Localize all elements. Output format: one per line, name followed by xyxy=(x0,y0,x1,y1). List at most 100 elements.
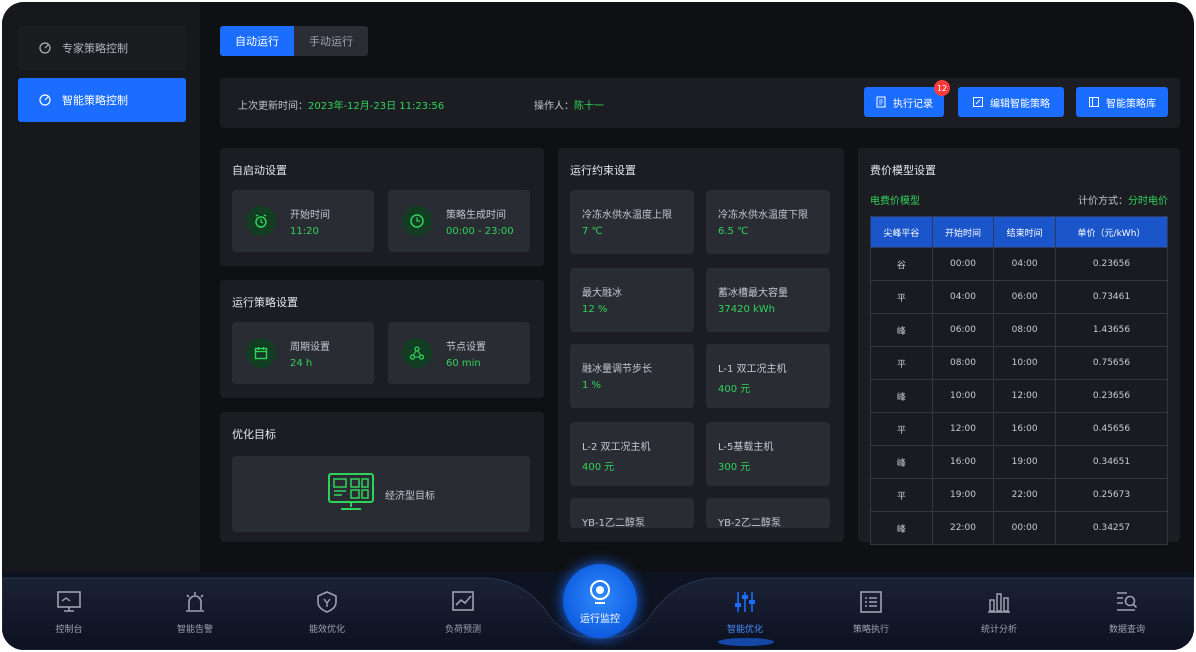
exec-log-label: 执行记录 xyxy=(893,98,933,110)
table-cell: 峰 xyxy=(870,445,933,479)
auto-start-panel: 自启动设置 开始时间 11:20 策略生成时间 00:00 - 23:00 xyxy=(220,148,544,266)
strategy-library-button[interactable]: 智能策略库 xyxy=(1076,87,1168,117)
constraint-label: L-1 双工况主机 xyxy=(718,364,787,375)
economic-target-label: 经济型目标 xyxy=(385,490,435,502)
constraint-value: 37420 kWh xyxy=(718,304,776,315)
list-icon xyxy=(856,588,886,616)
constraint-value: 12 % xyxy=(582,304,608,315)
economic-target-box[interactable]: 经济型目标 xyxy=(232,456,530,532)
card-value: 00:00 - 23:00 xyxy=(446,226,514,237)
table-cell: 16:00 xyxy=(931,445,995,479)
table-cell: 08:00 xyxy=(993,313,1056,347)
constraint-label: 融冰量调节步长 xyxy=(582,364,652,375)
nav-item-label: 负荷预测 xyxy=(444,625,481,635)
dial-icon xyxy=(38,93,52,107)
nav-item-bars[interactable]: 统计分析 xyxy=(964,588,1034,635)
table-row: 峰 10:00 12:00 0.23656 xyxy=(870,379,1169,413)
constraint-label: L-5基载主机 xyxy=(718,442,774,453)
document-icon xyxy=(875,96,887,108)
constraint-value: 400 元 xyxy=(582,462,615,473)
sidebar-item-label: 智能策略控制 xyxy=(62,94,128,107)
column-header: 结束时间 xyxy=(993,216,1056,248)
constraint-card[interactable]: L-1 双工况主机 400 元 xyxy=(706,344,830,408)
table-cell: 16:00 xyxy=(993,412,1056,446)
exec-log-button[interactable]: 执行记录 12 xyxy=(864,80,950,117)
table-cell: 19:00 xyxy=(931,478,995,512)
table-cell: 00:00 xyxy=(993,511,1056,545)
table-cell: 12:00 xyxy=(931,412,995,446)
nav-item-shield[interactable]: 能效优化 xyxy=(292,588,362,635)
constraint-card[interactable]: 蓄冰槽最大容量 37420 kWh xyxy=(706,268,830,332)
optimize-panel: 优化目标 经济型目标 xyxy=(220,412,544,542)
table-cell: 0.45656 xyxy=(1054,412,1169,446)
pricing-method-label: 计价方式： xyxy=(1078,196,1128,207)
chart-icon xyxy=(448,588,478,616)
constraint-card[interactable]: 冷冻水供水温度下限 6.5 ℃ xyxy=(706,190,830,254)
nav-item-run-monitor[interactable]: 运行监控 xyxy=(563,564,637,638)
constraint-card[interactable]: L-5基载主机 300 元 xyxy=(706,422,830,486)
constraint-label: 冷冻水供水温度上限 xyxy=(582,210,672,221)
run-strategy-panel: 运行策略设置 周期设置 24 h 节点设置 60 min xyxy=(220,280,544,398)
table-cell: 22:00 xyxy=(931,511,995,545)
start-time-card[interactable]: 开始时间 11:20 xyxy=(232,190,374,252)
operator-value: 陈十一 xyxy=(574,101,604,112)
bottom-nav: 控制台 智能告警 能效优化 负荷预测 运行监控 智能优化 策略执行 统计分析 数据查询 xyxy=(2,564,1194,650)
nav-item-label: 数据查询 xyxy=(1108,625,1145,635)
dashboard-icon xyxy=(327,472,375,516)
column-header: 单价（元/kWh） xyxy=(1054,216,1169,248)
exec-log-badge: 12 xyxy=(934,80,950,96)
strategy-time-card[interactable]: 策略生成时间 00:00 - 23:00 xyxy=(388,190,530,252)
constraint-value: 7 ℃ xyxy=(582,226,603,237)
panel-title: 运行策略设置 xyxy=(232,296,298,309)
price-model-panel: 费价模型设置 电费价模型 计价方式：分时电价 尖峰平谷 开始时间 结束时间 单价… xyxy=(858,148,1180,545)
nav-item-search[interactable]: 数据查询 xyxy=(1092,588,1162,635)
constraint-card[interactable]: 融冰量调节步长 1 % xyxy=(570,344,694,408)
cycle-card[interactable]: 周期设置 24 h xyxy=(232,322,374,384)
card-value: 24 h xyxy=(290,358,313,369)
constraint-card[interactable]: 冷冻水供水温度上限 7 ℃ xyxy=(570,190,694,254)
constraint-card[interactable]: 最大融冰 12 % xyxy=(570,268,694,332)
nav-item-list[interactable]: 策略执行 xyxy=(836,588,906,635)
nav-item-label: 统计分析 xyxy=(980,625,1017,635)
camera-icon xyxy=(585,577,615,610)
app-frame: 专家策略控制 智能策略控制 自动运行 手动运行 上次更新时间：2023年-12月… xyxy=(2,2,1194,650)
table-row: 峰 06:00 08:00 1.43656 xyxy=(870,313,1169,347)
network-icon xyxy=(402,338,432,368)
node-card[interactable]: 节点设置 60 min xyxy=(388,322,530,384)
sidebar-item-expert-strategy[interactable]: 专家策略控制 xyxy=(18,26,186,70)
main-content: 自动运行 手动运行 上次更新时间：2023年-12月-23日 11:23:56 … xyxy=(200,2,1194,572)
operator: 操作人：陈十一 xyxy=(534,97,604,112)
table-row: 平 19:00 22:00 0.25673 xyxy=(870,478,1169,512)
edit-strategy-label: 编辑智能策略 xyxy=(990,98,1050,110)
nav-item-chart[interactable]: 负荷预测 xyxy=(428,588,498,635)
table-row: 平 12:00 16:00 0.45656 xyxy=(870,412,1169,446)
tab-auto-run[interactable]: 自动运行 xyxy=(220,26,294,56)
tab-manual-run[interactable]: 手动运行 xyxy=(294,26,368,56)
table-cell: 06:00 xyxy=(993,280,1056,314)
nav-item-monitor[interactable]: 控制台 xyxy=(34,588,104,635)
constraint-card[interactable]: YB-2乙二醇泵 xyxy=(706,498,830,529)
constraint-label: 蓄冰槽最大容量 xyxy=(718,288,788,299)
constraint-label: L-2 双工况主机 xyxy=(582,442,651,453)
nav-item-alarm[interactable]: 智能告警 xyxy=(160,588,230,635)
constraint-card[interactable]: YB-1乙二醇泵 xyxy=(570,498,694,529)
shield-icon xyxy=(312,588,342,616)
edit-strategy-button[interactable]: 编辑智能策略 xyxy=(958,87,1064,117)
card-value: 11:20 xyxy=(290,226,319,237)
card-label: 周期设置 xyxy=(290,342,330,353)
nav-item-sliders[interactable]: 智能优化 xyxy=(710,588,780,635)
clock-icon xyxy=(402,206,432,236)
table-row: 平 04:00 06:00 0.73461 xyxy=(870,280,1169,314)
strategy-library-label: 智能策略库 xyxy=(1106,98,1156,110)
last-update-label: 上次更新时间： xyxy=(238,101,308,112)
card-label: 节点设置 xyxy=(446,342,486,353)
panel-title: 运行约束设置 xyxy=(570,164,636,177)
table-cell: 峰 xyxy=(870,511,933,545)
table-cell: 10:00 xyxy=(993,346,1056,380)
price-table-body: 谷 00:00 04:00 0.23656 平 04:00 06:00 0.73461 峰 06:… xyxy=(870,247,1169,545)
info-bar: 上次更新时间：2023年-12月-23日 11:23:56 操作人：陈十一 执行… xyxy=(220,78,1180,128)
sidebar-item-smart-strategy[interactable]: 智能策略控制 xyxy=(18,78,186,122)
card-label: 策略生成时间 xyxy=(446,210,506,221)
nav-item-label: 控制台 xyxy=(55,625,83,635)
constraint-card[interactable]: L-2 双工况主机 400 元 xyxy=(570,422,694,486)
